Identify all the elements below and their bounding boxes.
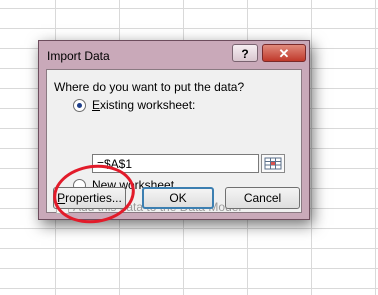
close-button[interactable]: ✕ <box>262 44 306 62</box>
close-icon: ✕ <box>278 46 290 61</box>
existing-worksheet-radio[interactable] <box>73 99 86 112</box>
existing-worksheet-label[interactable]: Existing worksheet: <box>92 98 195 112</box>
help-button[interactable]: ? <box>232 44 258 62</box>
placement-question: Where do you want to put the data? <box>54 80 245 94</box>
collapse-dialog-button[interactable] <box>261 154 285 173</box>
ok-button[interactable]: OK <box>142 187 214 209</box>
dialog-title: Import Data <box>47 49 110 63</box>
cancel-button[interactable]: Cancel <box>225 187 300 209</box>
range-select-icon <box>264 157 282 170</box>
dialog-titlebar[interactable]: Import Data ? ✕ <box>39 41 309 69</box>
